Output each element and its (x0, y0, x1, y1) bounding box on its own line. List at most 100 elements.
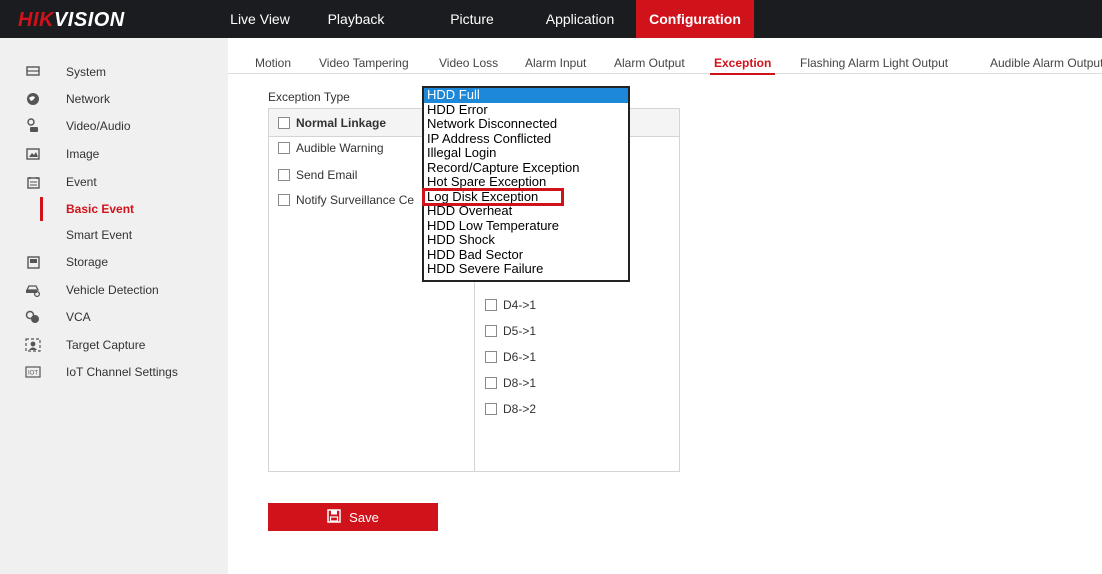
tab-flashing-alarm-light-output[interactable]: Flashing Alarm Light Output (800, 38, 948, 74)
normal-linkage-checkbox[interactable]: Normal Linkage (278, 116, 386, 130)
exception-type-label: Exception Type (268, 90, 350, 104)
output-label: D6->1 (503, 350, 537, 364)
hikvision-logo: HIKVISION (18, 9, 125, 32)
sidebar-item-vca[interactable]: VCA (0, 303, 228, 331)
output-d8-1-checkbox[interactable]: D8->1 (485, 376, 536, 390)
sidebar-item-system[interactable]: System (0, 58, 228, 86)
sidebar: System Network Video/Audio Image Event B… (0, 38, 228, 574)
nav-live-view[interactable]: Live View (228, 0, 292, 38)
nav-playback[interactable]: Playback (292, 0, 420, 38)
send-email-checkbox[interactable]: Send Email (278, 168, 357, 182)
save-label: Save (349, 509, 379, 525)
sidebar-label: VCA (66, 310, 91, 324)
calendar-icon (25, 174, 41, 190)
iot-icon: IOT (25, 364, 41, 380)
option-hdd-overheat[interactable]: HDD Overheat (424, 203, 628, 219)
sidebar-item-basic-event[interactable]: Basic Event (0, 195, 228, 223)
sidebar-label: Video/Audio (66, 119, 131, 133)
sidebar-label: IoT Channel Settings (66, 365, 178, 379)
sidebar-label: Storage (66, 255, 109, 269)
send-email-label: Send Email (296, 168, 358, 182)
checkbox[interactable] (278, 142, 290, 154)
sidebar-item-smart-event[interactable]: Smart Event (0, 221, 228, 249)
save-button[interactable]: Save (268, 503, 438, 531)
tab-audible-alarm-output[interactable]: Audible Alarm Output (990, 38, 1102, 74)
output-label: D8->1 (503, 376, 537, 390)
storage-icon (25, 254, 41, 270)
sidebar-item-video-audio[interactable]: Video/Audio (0, 112, 228, 140)
option-network-disconnected[interactable]: Network Disconnected (424, 116, 628, 132)
checkbox[interactable] (278, 117, 290, 129)
sidebar-item-storage[interactable]: Storage (0, 248, 228, 276)
audible-warning-checkbox[interactable]: Audible Warning (278, 141, 384, 155)
checkbox[interactable] (485, 325, 497, 337)
output-label: D5->1 (503, 324, 537, 338)
logo-part-1: HIK (18, 9, 54, 31)
top-bar: HIKVISION Live View Playback Picture App… (0, 0, 1102, 38)
option-hdd-severe-failure[interactable]: HDD Severe Failure (424, 261, 628, 277)
checkbox[interactable] (485, 351, 497, 363)
output-d5-1-checkbox[interactable]: D5->1 (485, 324, 536, 338)
sidebar-label: Vehicle Detection (66, 283, 159, 297)
sidebar-label: Basic Event (66, 202, 135, 216)
option-hot-spare-exception[interactable]: Hot Spare Exception (424, 174, 628, 190)
tab-video-tampering[interactable]: Video Tampering (319, 38, 409, 74)
globe-icon (25, 91, 41, 107)
output-d8-2-checkbox[interactable]: D8->2 (485, 402, 536, 416)
sidebar-item-image[interactable]: Image (0, 140, 228, 168)
option-hdd-full[interactable]: HDD Full (424, 87, 628, 103)
sidebar-label: Smart Event (66, 228, 133, 242)
option-record-capture-exception[interactable]: Record/Capture Exception (424, 160, 628, 176)
checkbox[interactable] (485, 377, 497, 389)
nav-application[interactable]: Application (524, 0, 636, 38)
vehicle-icon (25, 282, 41, 298)
nav-configuration[interactable]: Configuration (636, 0, 754, 38)
video-audio-icon (25, 118, 41, 134)
tab-alarm-input[interactable]: Alarm Input (525, 38, 586, 74)
main-nav: Live View Playback Picture Application C… (228, 0, 754, 38)
sidebar-item-event[interactable]: Event (0, 168, 228, 196)
output-d4-1-checkbox[interactable]: D4->1 (485, 298, 536, 312)
logo-part-2: VISION (53, 9, 125, 31)
option-ip-address-conflicted[interactable]: IP Address Conflicted (424, 131, 628, 147)
output-label: D8->2 (503, 402, 537, 416)
vca-icon (25, 309, 41, 325)
checkbox[interactable] (485, 403, 497, 415)
option-hdd-error[interactable]: HDD Error (424, 102, 628, 118)
svg-text:IOT: IOT (28, 371, 38, 377)
sidebar-item-vehicle-detection[interactable]: Vehicle Detection (0, 276, 228, 304)
tab-motion[interactable]: Motion (255, 38, 291, 74)
output-d6-1-checkbox[interactable]: D6->1 (485, 350, 536, 364)
option-log-disk-exception[interactable]: Log Disk Exception (422, 187, 564, 206)
checkbox[interactable] (278, 169, 290, 181)
option-hdd-bad-sector[interactable]: HDD Bad Sector (424, 247, 628, 263)
sidebar-label: Event (66, 175, 97, 189)
sidebar-label: System (66, 65, 107, 79)
option-illegal-login[interactable]: Illegal Login (424, 145, 628, 161)
option-hdd-low-temperature[interactable]: HDD Low Temperature (424, 218, 628, 234)
sidebar-item-iot-channel-settings[interactable]: IOT IoT Channel Settings (0, 358, 228, 386)
sidebar-label: Target Capture (66, 338, 146, 352)
sidebar-label: Image (66, 147, 100, 161)
save-icon (327, 508, 341, 526)
sidebar-label: Network (66, 92, 111, 106)
normal-linkage-label: Normal Linkage (296, 116, 387, 130)
sidebar-item-network[interactable]: Network (0, 85, 228, 113)
checkbox[interactable] (278, 194, 290, 206)
monitor-icon (25, 64, 41, 80)
notify-surveillance-center-label: Notify Surveillance Ce (296, 193, 415, 207)
checkbox[interactable] (485, 299, 497, 311)
target-capture-icon (25, 337, 41, 353)
audible-warning-label: Audible Warning (296, 141, 384, 155)
option-hdd-shock[interactable]: HDD Shock (424, 232, 628, 248)
image-icon (25, 146, 41, 162)
tab-video-loss[interactable]: Video Loss (439, 38, 498, 74)
tab-exception[interactable]: Exception (709, 38, 776, 75)
exception-type-dropdown[interactable]: HDD Full HDD Error Network Disconnected … (422, 86, 630, 282)
event-subtabs: Motion Video Tampering Video Loss Alarm … (228, 38, 1102, 75)
notify-surveillance-center-checkbox[interactable]: Notify Surveillance Ce (278, 193, 414, 207)
sidebar-item-target-capture[interactable]: Target Capture (0, 331, 228, 359)
output-label: D4->1 (503, 298, 537, 312)
tab-alarm-output[interactable]: Alarm Output (614, 38, 685, 74)
nav-picture[interactable]: Picture (420, 0, 524, 38)
